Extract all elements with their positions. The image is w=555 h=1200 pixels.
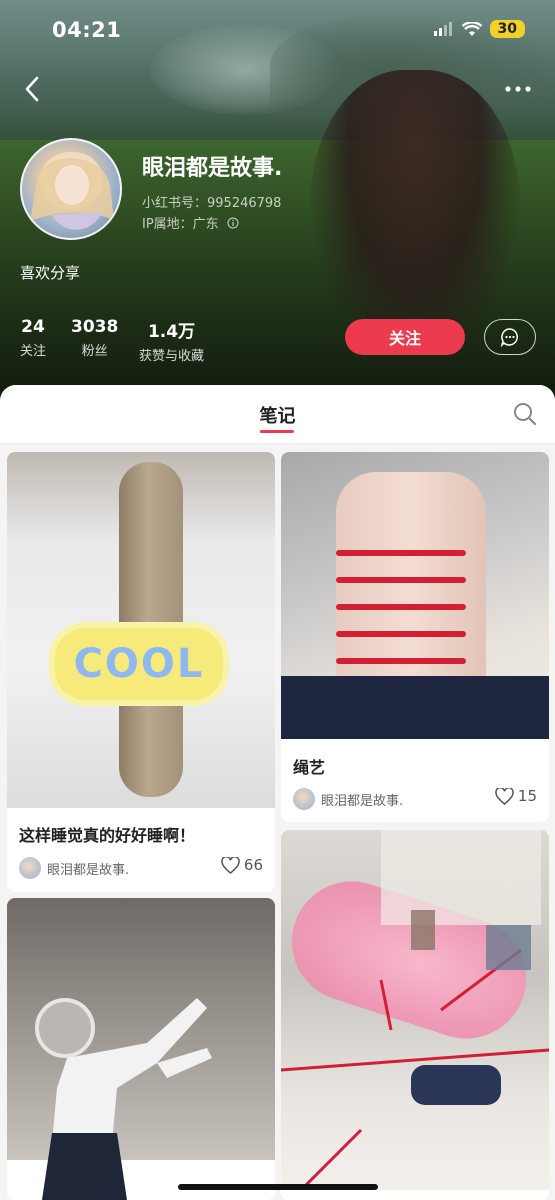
like-button[interactable]: 66 — [221, 856, 263, 874]
cover-rope — [336, 658, 466, 664]
info-icon[interactable] — [227, 217, 239, 229]
like-button[interactable]: 15 — [495, 787, 537, 805]
like-count: 15 — [517, 787, 537, 805]
search-button[interactable] — [512, 401, 538, 427]
note-title: 绳艺 — [293, 758, 326, 777]
profile-username: 眼泪都是故事. — [142, 156, 283, 181]
stat-likes-value: 1.4万 — [147, 322, 196, 342]
note-card[interactable] — [281, 830, 549, 1200]
avatar-illustration — [30, 151, 114, 230]
wifi-icon — [461, 21, 482, 36]
note-author[interactable]: 眼泪都是故事. — [19, 857, 129, 879]
battery-icon: 30 — [489, 20, 525, 38]
note-card[interactable] — [7, 898, 275, 1200]
notes-sheet: 笔记 COOL 这样睡觉真的好好睡啊！ 眼泪都是故事. 66 绳艺 眼泪都是故事… — [0, 385, 555, 1200]
cover-rope — [336, 577, 466, 583]
stat-likes-collects[interactable]: 1.4万 获赞与收藏 — [139, 317, 204, 364]
cool-sticker: COOL — [55, 628, 223, 700]
chevron-left-icon — [25, 76, 39, 102]
cover-rope — [336, 550, 466, 556]
note-author-name: 眼泪都是故事. — [321, 793, 404, 809]
cover-rope — [336, 604, 466, 610]
tab-active-indicator — [260, 430, 294, 433]
account-id: 小红书号：995246798 — [142, 196, 282, 211]
stat-followers-value: 3038 — [71, 317, 119, 337]
cover-skirt — [281, 676, 549, 739]
home-indicator — [178, 1184, 378, 1190]
tab-notes[interactable]: 笔记 — [0, 402, 555, 428]
profile-header: 04:21 30 眼泪都是故事. 小红书号：995246798 IP属地：广东 … — [0, 0, 555, 405]
like-count: 66 — [243, 856, 263, 874]
stat-followers-label: 粉丝 — [81, 344, 108, 359]
signal-icon — [433, 22, 452, 36]
message-icon — [500, 328, 518, 347]
note-title: 这样睡觉真的好好睡啊！ — [19, 826, 196, 845]
cover-rope — [336, 631, 466, 637]
note-cover-image — [281, 830, 549, 1190]
ip-location-row: IP属地：广东 — [142, 213, 239, 232]
tab-bar: 笔记 — [0, 385, 555, 444]
status-bar: 04:21 30 — [0, 0, 555, 60]
back-button[interactable] — [18, 74, 48, 104]
note-author-name: 眼泪都是故事. — [47, 862, 130, 878]
avatar — [293, 788, 315, 810]
note-cover-image — [281, 452, 549, 739]
heart-icon — [495, 787, 514, 805]
heart-icon — [221, 856, 240, 874]
note-card[interactable]: COOL 这样睡觉真的好好睡啊！ 眼泪都是故事. 66 — [7, 452, 275, 892]
ip-location: IP属地：广东 — [142, 217, 219, 232]
note-cover-image — [7, 898, 275, 1200]
note-cover-image: COOL — [7, 452, 275, 808]
stat-following[interactable]: 24 关注 — [20, 317, 46, 359]
note-author[interactable]: 眼泪都是故事. — [293, 788, 403, 810]
note-card[interactable]: 绳艺 眼泪都是故事. 15 — [281, 452, 549, 822]
stat-followers[interactable]: 3038 粉丝 — [71, 317, 118, 359]
cover-figure — [35, 998, 212, 1200]
search-icon — [514, 403, 537, 426]
avatar[interactable] — [20, 138, 122, 240]
cover-ropes — [281, 830, 549, 1190]
status-time: 04:21 — [52, 18, 122, 42]
stat-likes-label: 获赞与收藏 — [139, 349, 205, 364]
more-horizontal-icon — [505, 86, 531, 92]
stat-following-value: 24 — [21, 317, 45, 337]
more-button[interactable] — [503, 78, 533, 100]
avatar — [19, 857, 41, 879]
follow-button[interactable]: 关注 — [345, 319, 465, 355]
message-button[interactable] — [484, 319, 536, 355]
status-icons: 30 — [433, 20, 525, 38]
profile-bio: 喜欢分享 — [20, 264, 81, 282]
stat-following-label: 关注 — [20, 344, 47, 359]
